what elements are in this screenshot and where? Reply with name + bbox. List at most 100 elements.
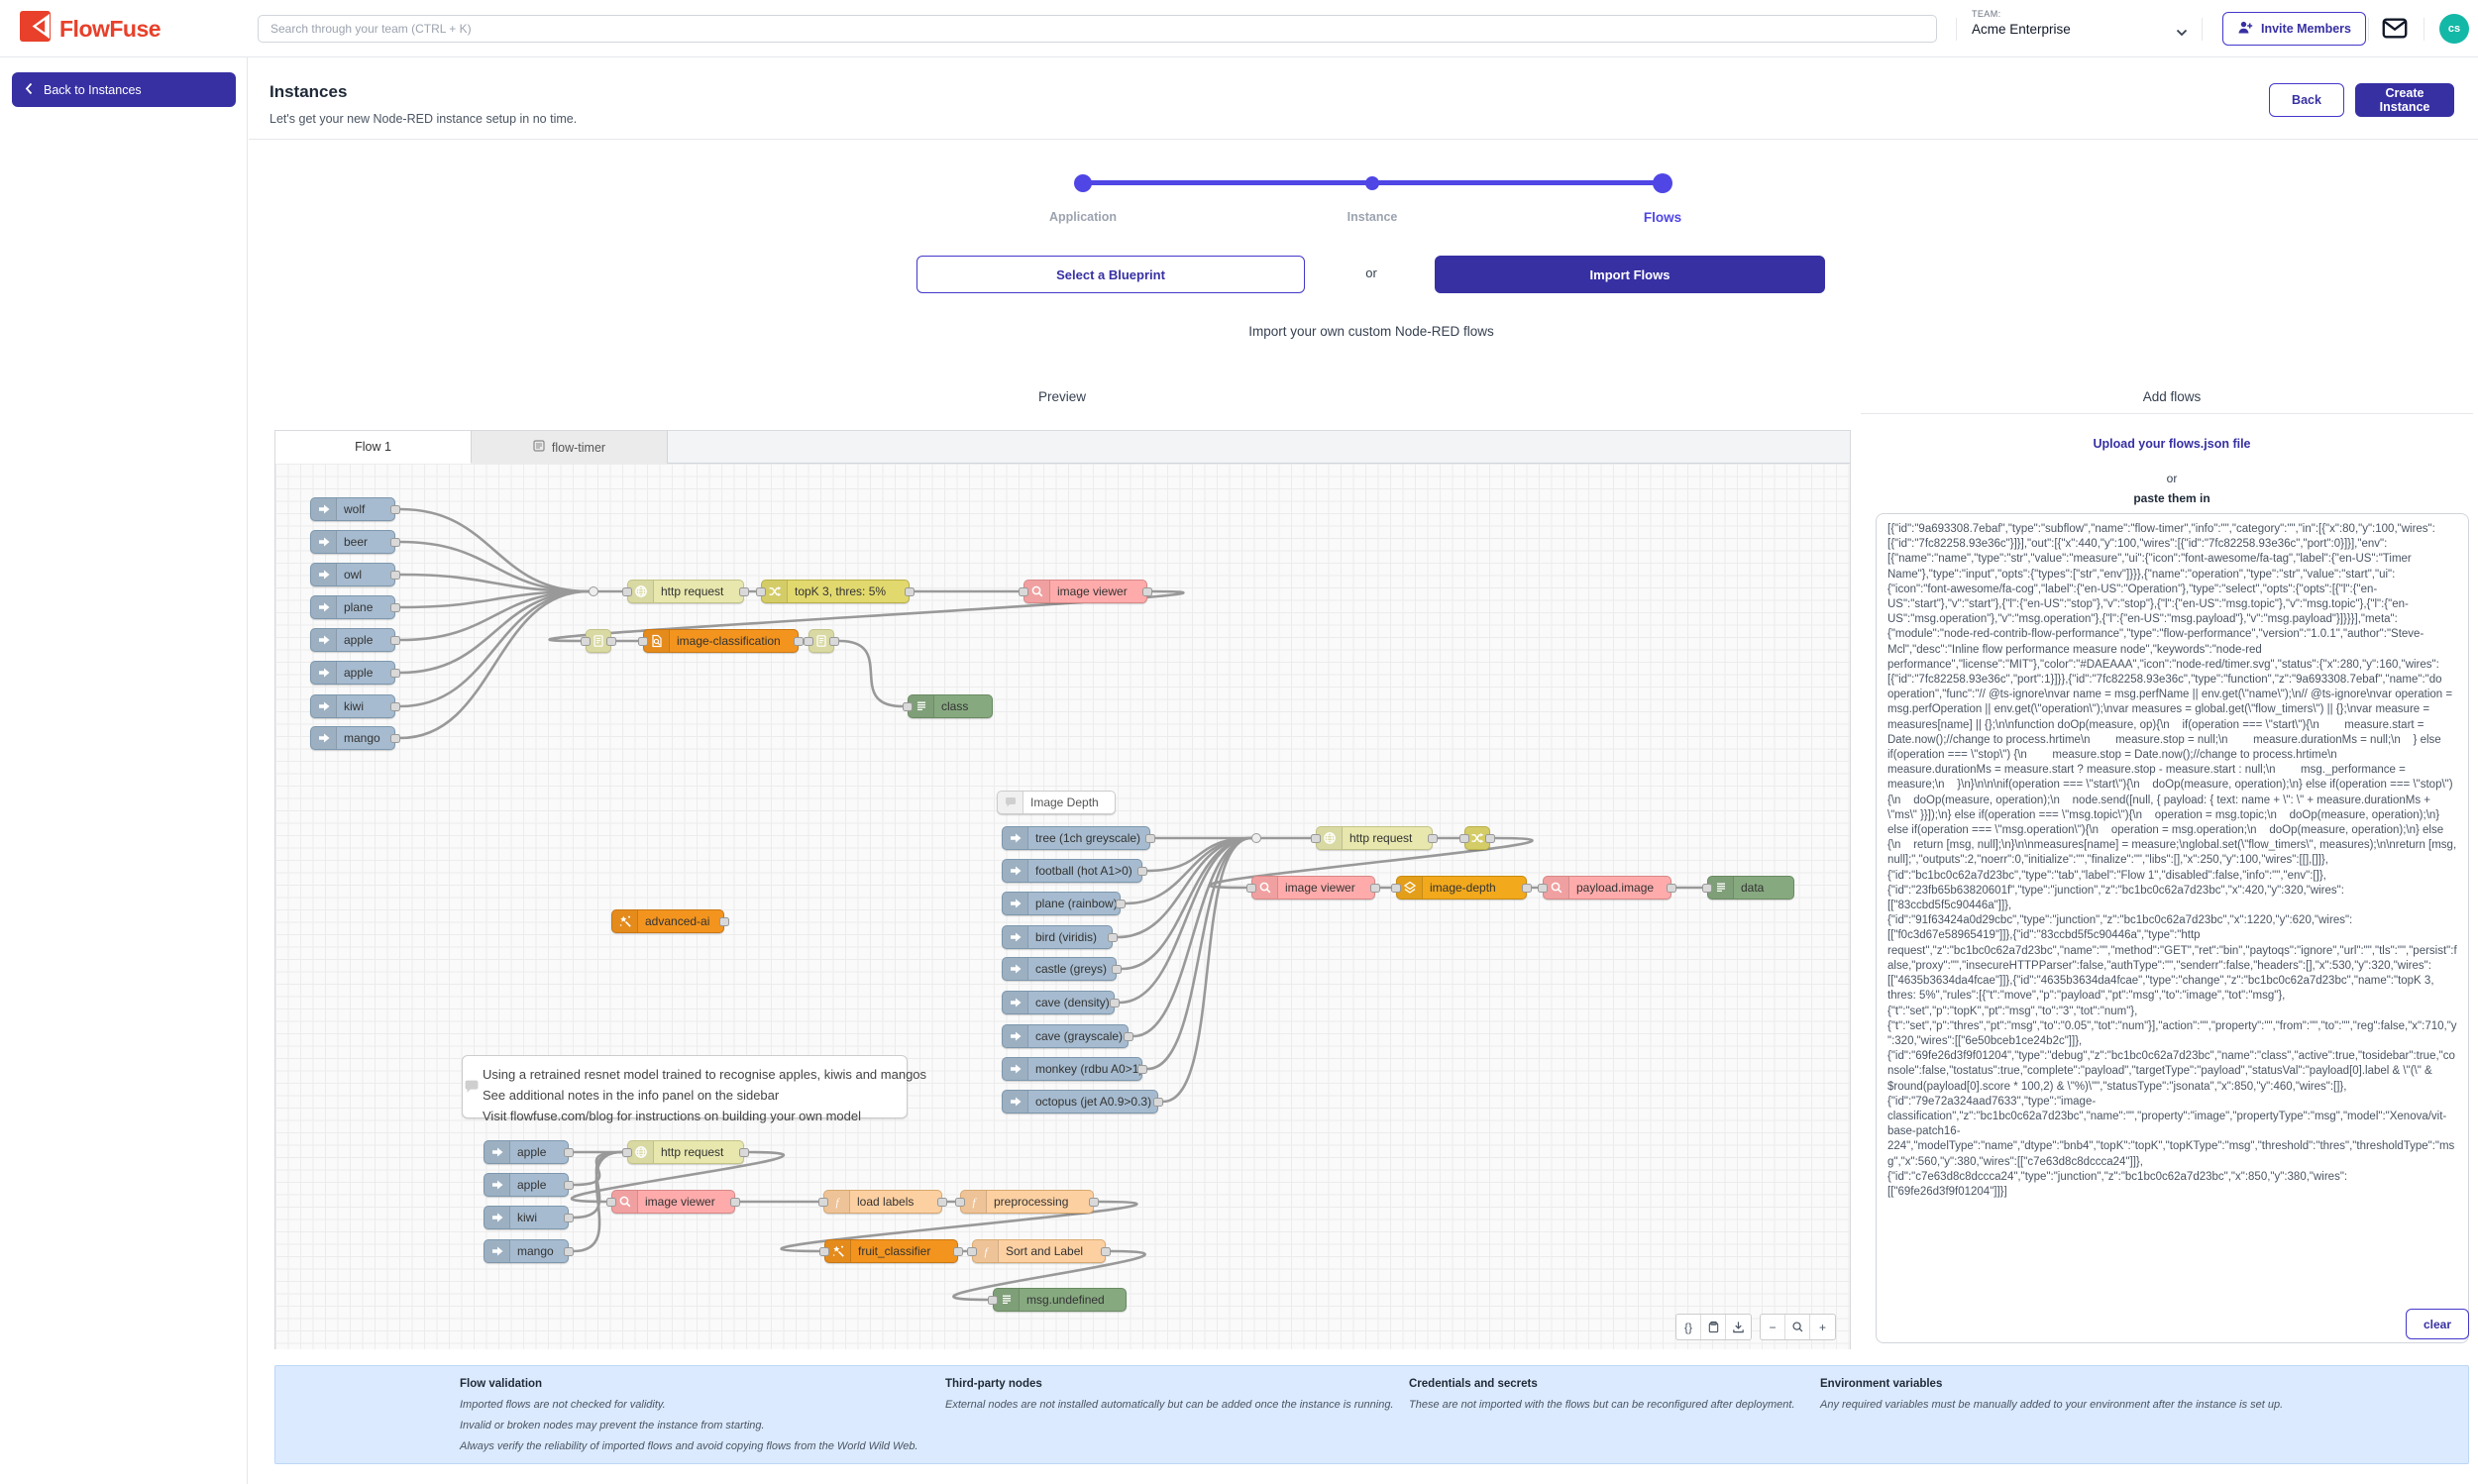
zoom-reset-button[interactable] — [1785, 1315, 1810, 1339]
zoom-in-button[interactable]: + — [1810, 1315, 1835, 1339]
node-mango[interactable]: mango — [310, 726, 395, 750]
node-kiwi[interactable]: kiwi — [310, 694, 395, 718]
input-port[interactable] — [622, 587, 632, 596]
node-kiwi[interactable]: kiwi — [484, 1206, 569, 1229]
node-image-depth[interactable]: image-depth — [1396, 876, 1527, 900]
node-plane[interactable]: plane — [310, 595, 395, 619]
node-cave-grayscale-[interactable]: cave (grayscale) — [1002, 1024, 1129, 1048]
tab-flow-1[interactable]: Flow 1 — [275, 431, 472, 464]
node-image-classification[interactable]: image-classification — [643, 629, 799, 653]
node-apple[interactable]: apple — [484, 1140, 569, 1164]
node-image-depth[interactable]: Image Depth — [997, 791, 1116, 814]
mail-icon[interactable] — [2382, 17, 2408, 41]
output-port[interactable] — [390, 603, 400, 612]
output-port[interactable] — [1137, 1065, 1147, 1074]
chevron-down-icon[interactable] — [2176, 24, 2188, 42]
node-owl[interactable]: owl — [310, 563, 395, 586]
search-input[interactable] — [258, 15, 1937, 43]
output-port[interactable] — [1124, 1032, 1133, 1041]
output-port[interactable] — [564, 1181, 574, 1190]
output-port[interactable] — [390, 734, 400, 743]
input-port[interactable] — [819, 1247, 829, 1256]
node-data[interactable]: data — [1707, 876, 1794, 900]
download-button[interactable] — [1726, 1315, 1751, 1339]
output-port[interactable] — [390, 636, 400, 645]
node-msg-undefined[interactable]: msg.undefined — [993, 1288, 1127, 1312]
input-port[interactable] — [903, 702, 913, 711]
invite-members-button[interactable]: Invite Members — [2222, 12, 2366, 46]
node-cs2[interactable] — [808, 629, 834, 653]
step-dot-application[interactable] — [1074, 174, 1092, 192]
input-port[interactable] — [581, 637, 591, 646]
output-port[interactable] — [1428, 834, 1438, 843]
output-port[interactable] — [564, 1214, 574, 1222]
node-http-request[interactable]: http request — [1316, 826, 1433, 850]
output-port[interactable] — [953, 1247, 963, 1256]
input-port[interactable] — [606, 1198, 616, 1207]
node-sw2[interactable] — [1464, 826, 1490, 850]
input-port[interactable] — [988, 1296, 998, 1305]
node-apple[interactable]: apple — [310, 628, 395, 652]
node-image-viewer[interactable]: image viewer — [611, 1190, 735, 1214]
output-port[interactable] — [739, 587, 749, 596]
node-image-viewer[interactable]: image viewer — [1024, 580, 1147, 603]
output-port[interactable] — [719, 917, 729, 926]
output-port[interactable] — [390, 669, 400, 678]
node-apple[interactable]: apple — [484, 1173, 569, 1197]
output-port[interactable] — [1101, 1247, 1111, 1256]
node-octopus-jet-a0-9-0-3-[interactable]: octopus (jet A0.9>0.3) — [1002, 1090, 1158, 1113]
node-payload-image[interactable]: payload.image — [1543, 876, 1671, 900]
step-dot-flows[interactable] — [1653, 173, 1672, 193]
comment-node[interactable]: Using a retrained resnet model trained t… — [462, 1055, 908, 1118]
input-port[interactable] — [1311, 834, 1321, 843]
input-port[interactable] — [756, 587, 766, 596]
input-port[interactable] — [1538, 884, 1548, 893]
input-port[interactable] — [967, 1247, 977, 1256]
output-port[interactable] — [390, 702, 400, 711]
output-port[interactable] — [564, 1148, 574, 1157]
junction-node[interactable] — [589, 586, 598, 596]
input-port[interactable] — [1019, 587, 1028, 596]
output-port[interactable] — [1522, 884, 1532, 893]
input-port[interactable] — [638, 637, 648, 646]
node-beer[interactable]: beer — [310, 530, 395, 554]
node-http-request[interactable]: http request — [627, 1140, 744, 1164]
node-cs1[interactable] — [586, 629, 611, 653]
node-bird-viridis-[interactable]: bird (viridis) — [1002, 925, 1113, 949]
avatar[interactable]: cs — [2439, 14, 2469, 44]
input-port[interactable] — [955, 1198, 965, 1207]
output-port[interactable] — [1089, 1198, 1099, 1207]
node-topk-3-thres-5-[interactable]: topK 3, thres: 5% — [761, 580, 910, 603]
input-port[interactable] — [1459, 834, 1469, 843]
node-monkey-rdbu-a0-1-[interactable]: monkey (rdbu A0>1) — [1002, 1057, 1142, 1081]
node-sort-and-label[interactable]: fSort and Label — [972, 1239, 1106, 1263]
output-port[interactable] — [1153, 1098, 1163, 1107]
tab-flow-timer[interactable]: flow-timer — [472, 431, 668, 464]
input-port[interactable] — [1702, 884, 1712, 893]
output-port[interactable] — [1110, 999, 1120, 1007]
back-button[interactable]: Back — [2269, 83, 2344, 117]
output-port[interactable] — [1485, 834, 1495, 843]
node-http-request[interactable]: http request — [627, 580, 744, 603]
output-port[interactable] — [1137, 867, 1147, 876]
output-port[interactable] — [1370, 884, 1380, 893]
node-mango[interactable]: mango — [484, 1239, 569, 1263]
node-image-viewer[interactable]: image viewer — [1251, 876, 1375, 900]
flowfuse-logo[interactable]: FlowFuse — [20, 11, 161, 47]
output-port[interactable] — [829, 637, 839, 646]
select-blueprint-button[interactable]: Select a Blueprint — [916, 256, 1305, 293]
node-football-hot-a1-0-[interactable]: football (hot A1>0) — [1002, 859, 1142, 883]
input-port[interactable] — [1246, 884, 1256, 893]
output-port[interactable] — [390, 538, 400, 547]
output-port[interactable] — [390, 505, 400, 514]
node-class[interactable]: class — [908, 694, 993, 718]
output-port[interactable] — [1667, 884, 1676, 893]
output-port[interactable] — [564, 1247, 574, 1256]
output-port[interactable] — [794, 637, 804, 646]
node-load-labels[interactable]: fload labels — [823, 1190, 942, 1214]
node-plane-rainbow-[interactable]: plane (rainbow) — [1002, 892, 1121, 915]
output-port[interactable] — [1112, 965, 1122, 974]
node-castle-greys-[interactable]: castle (greys) — [1002, 957, 1117, 981]
node-advanced-ai[interactable]: advanced-ai — [611, 909, 724, 933]
input-port[interactable] — [622, 1148, 632, 1157]
